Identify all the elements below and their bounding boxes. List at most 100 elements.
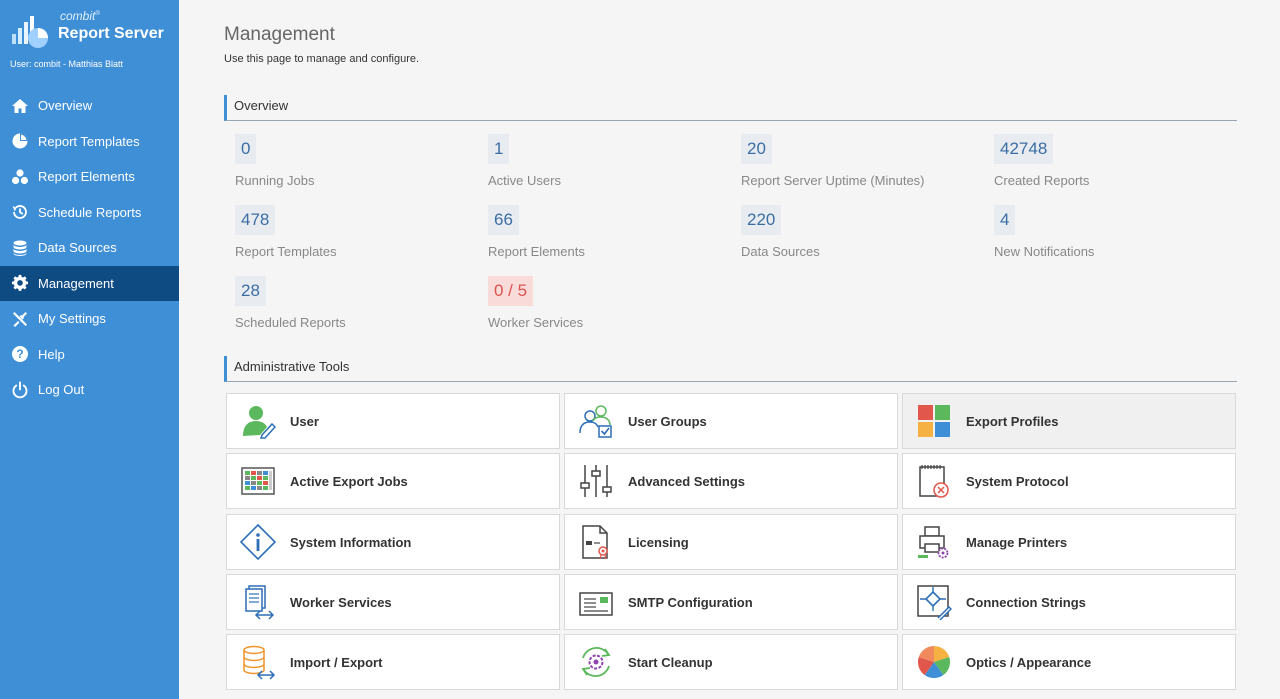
sidebar-item-management[interactable]: Management: [0, 265, 179, 301]
stat-scheduled-reports: 28 Scheduled Reports: [235, 276, 485, 336]
tool-label: Connection Strings: [966, 594, 1086, 610]
tool-system-information[interactable]: System Information: [226, 514, 560, 570]
tool-label: Active Export Jobs: [290, 473, 408, 489]
tool-label: Worker Services: [290, 594, 392, 610]
stat-uptime: 20 Report Server Uptime (Minutes): [741, 134, 991, 194]
stat-label: Active Users: [488, 173, 561, 188]
sidebar-item-report-elements[interactable]: Report Elements: [0, 159, 179, 195]
sidebar-item-my-settings[interactable]: My Settings: [0, 301, 179, 337]
sidebar-item-log-out[interactable]: Log Out: [0, 372, 179, 408]
section-heading-admin-tools: Administrative Tools: [224, 356, 1237, 382]
tool-label: Start Cleanup: [628, 654, 713, 670]
appearance-icon: [916, 644, 952, 680]
section-heading-overview: Overview: [224, 95, 1237, 121]
elements-icon: [10, 167, 29, 186]
sidebar: combit® Report Server User: combit - Mat…: [0, 0, 179, 699]
gear-icon: [10, 274, 29, 293]
tool-licensing[interactable]: Licensing: [564, 514, 898, 570]
stat-new-notifications: 4 New Notifications: [994, 205, 1244, 265]
pie-chart-icon: [10, 132, 29, 151]
tool-user[interactable]: User: [226, 393, 560, 449]
tool-user-groups[interactable]: User Groups: [564, 393, 898, 449]
stat-value: 20: [741, 134, 772, 164]
tool-label: System Information: [290, 534, 412, 550]
user-group-icon: [578, 403, 614, 439]
tool-smtp-configuration[interactable]: SMTP Configuration: [564, 574, 898, 630]
stat-label: New Notifications: [994, 244, 1095, 259]
tool-label: Licensing: [628, 534, 689, 550]
tool-active-export-jobs[interactable]: Active Export Jobs: [226, 453, 560, 509]
sidebar-item-label: Help: [38, 346, 65, 362]
stat-active-users: 1 Active Users: [488, 134, 738, 194]
stat-value: 42748: [994, 134, 1054, 164]
user-edit-icon: [240, 403, 276, 439]
cleanup-icon: [578, 644, 614, 680]
tool-import-export[interactable]: Import / Export: [226, 634, 560, 690]
stat-value: 1: [488, 134, 510, 164]
sliders-icon: [578, 463, 614, 499]
tool-label: Import / Export: [290, 654, 383, 670]
export-profiles-icon: [916, 403, 952, 439]
stat-label: Worker Services: [488, 315, 584, 330]
stat-label: Report Elements: [488, 244, 585, 259]
sidebar-item-label: Log Out: [38, 382, 85, 398]
stat-running-jobs: 0 Running Jobs: [235, 134, 485, 194]
tool-label: Export Profiles: [966, 413, 1059, 429]
tool-connection-strings[interactable]: Connection Strings: [902, 574, 1236, 630]
sidebar-item-label: Data Sources: [38, 240, 117, 256]
page-subtitle: Use this page to manage and configure.: [224, 53, 420, 65]
stat-label: Scheduled Reports: [235, 315, 346, 330]
sidebar-item-report-templates[interactable]: Report Templates: [0, 124, 179, 160]
stat-value: 0: [235, 134, 257, 164]
sidebar-item-label: Schedule Reports: [38, 204, 142, 220]
tool-export-profiles[interactable]: Export Profiles: [902, 393, 1236, 449]
tools-icon: [10, 309, 29, 328]
help-icon: ?: [10, 345, 29, 364]
database-icon: [10, 238, 29, 257]
tool-start-cleanup[interactable]: Start Cleanup: [564, 634, 898, 690]
export-jobs-icon: [240, 463, 276, 499]
sidebar-item-help[interactable]: ? Help: [0, 337, 179, 373]
sidebar-nav: Overview Report Templates Report Element…: [0, 88, 179, 408]
connection-icon: [916, 584, 952, 620]
tool-worker-services[interactable]: Worker Services: [226, 574, 560, 630]
stat-label: Report Templates: [235, 244, 337, 259]
page-title: Management: [224, 24, 335, 45]
history-icon: [10, 203, 29, 222]
svg-text:?: ?: [16, 347, 23, 361]
protocol-icon: [916, 463, 952, 499]
import-export-icon: [240, 644, 276, 680]
brand-small-text: combit®: [60, 9, 100, 23]
stat-label: Data Sources: [741, 244, 820, 259]
stat-data-sources: 220 Data Sources: [741, 205, 991, 265]
brand-logo[interactable]: combit® Report Server: [10, 8, 175, 50]
sidebar-item-label: Report Templates: [38, 133, 140, 149]
stat-value: 28: [235, 276, 266, 306]
tool-label: System Protocol: [966, 473, 1069, 489]
stat-report-templates: 478 Report Templates: [235, 205, 485, 265]
tool-label: User Groups: [628, 413, 707, 429]
stat-label: Created Reports: [994, 173, 1090, 188]
tool-label: User: [290, 413, 319, 429]
stat-value-alert: 0 / 5: [488, 276, 534, 306]
sidebar-item-data-sources[interactable]: Data Sources: [0, 230, 179, 266]
stat-worker-services: 0 / 5 Worker Services: [488, 276, 738, 336]
stat-value: 4: [994, 205, 1016, 235]
tool-optics-appearance[interactable]: Optics / Appearance: [902, 634, 1236, 690]
tool-label: Manage Printers: [966, 534, 1068, 550]
sidebar-item-label: My Settings: [38, 311, 106, 327]
stat-label: Running Jobs: [235, 173, 315, 188]
sidebar-item-schedule-reports[interactable]: Schedule Reports: [0, 195, 179, 231]
tool-system-protocol[interactable]: System Protocol: [902, 453, 1236, 509]
tool-manage-printers[interactable]: Manage Printers: [902, 514, 1236, 570]
tool-advanced-settings[interactable]: Advanced Settings: [564, 453, 898, 509]
tool-label: SMTP Configuration: [628, 594, 753, 610]
sidebar-item-label: Report Elements: [38, 169, 135, 185]
home-icon: [10, 96, 29, 115]
brand-title: Report Server: [58, 25, 164, 42]
main-content: Management Use this page to manage and c…: [179, 0, 1280, 699]
stat-value: 478: [235, 205, 276, 235]
sidebar-item-overview[interactable]: Overview: [0, 88, 179, 124]
tool-label: Optics / Appearance: [966, 654, 1092, 670]
tool-label: Advanced Settings: [628, 473, 746, 489]
